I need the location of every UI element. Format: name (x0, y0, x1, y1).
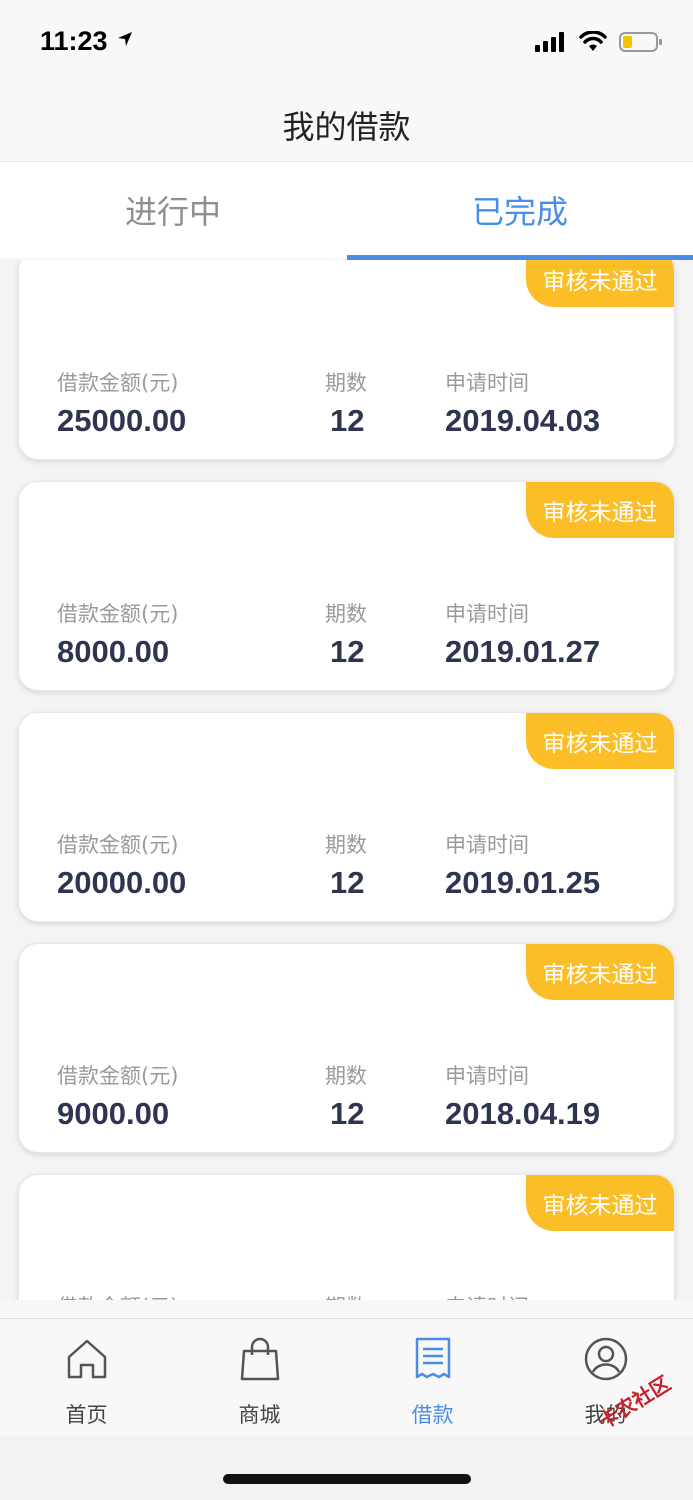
date-label: 申请时间 (445, 1064, 529, 1088)
amount-label: 借款金额(元) (57, 602, 179, 626)
amount-value: 25000.00 (57, 403, 187, 438)
tab-in-progress[interactable]: 进行中 (0, 162, 346, 258)
date-value: 2019.04.03 (445, 403, 601, 438)
tabbar-label-home: 首页 (65, 1403, 108, 1427)
amount-value: 8000.00 (57, 634, 170, 669)
periods-value: 12 (330, 1096, 365, 1131)
loan-card[interactable]: 审核未通过 借款金额(元) 期数 申请时间 20000.00 12 2019.0… (18, 712, 675, 922)
home-indicator[interactable] (223, 1474, 471, 1484)
status-badge: 审核未通过 (526, 1175, 674, 1231)
loan-status-tabs: 进行中 已完成 (0, 162, 693, 258)
page-title: 我的借款 (282, 108, 411, 146)
periods-label: 期数 (325, 1291, 367, 1300)
amount-label: 借款金额(元) (57, 1064, 179, 1088)
tabbar-label-mall: 商城 (238, 1403, 281, 1427)
tabbar-label-loans: 借款 (411, 1403, 454, 1427)
user-icon (584, 1337, 627, 1381)
wifi-icon (579, 31, 607, 51)
home-icon (67, 1339, 106, 1379)
amount-value: 20000.00 (57, 865, 187, 900)
loan-card[interactable]: 审核未通过 借款金额(元) 期数 申请时间 8000.00 12 2019.01… (18, 481, 675, 691)
status-badge: 审核未通过 (526, 944, 674, 1000)
loan-list[interactable]: 审核未通过 借款金额(元) 期数 申请时间 25000.00 12 2019.0… (0, 260, 693, 1300)
periods-value: 12 (330, 865, 365, 900)
date-value: 2019.01.27 (445, 634, 601, 669)
tabbar-item-mall[interactable]: 商城 (173, 1319, 346, 1437)
signal-icon (535, 32, 564, 52)
amount-label: 借款金额(元) (57, 1291, 178, 1300)
status-badge: 审核未通过 (526, 482, 674, 538)
receipt-icon (415, 1337, 450, 1379)
home-indicator-area (0, 1436, 693, 1500)
amount-label: 借款金额(元) (57, 371, 179, 395)
date-label: 申请时间 (445, 602, 529, 626)
amount-label: 借款金额(元) (57, 833, 179, 857)
status-bar: 11:23 (0, 0, 693, 84)
date-value: 2018.04.19 (445, 1096, 601, 1131)
nav-bar: 我的借款 (0, 84, 693, 162)
amount-value: 9000.00 (57, 1096, 170, 1131)
loan-card[interactable]: 审核未通过 借款金额(元) 期数 申请时间 9000.00 12 2018.04… (18, 943, 675, 1153)
bottom-tab-bar: 首页 商城 借款 我的 (0, 1318, 693, 1436)
periods-label: 期数 (325, 833, 367, 857)
tabbar-item-loans[interactable]: 借款 (346, 1319, 519, 1437)
periods-value: 12 (330, 403, 365, 438)
status-badge: 审核未通过 (526, 260, 674, 307)
periods-label: 期数 (325, 371, 367, 395)
date-value: 2019.01.25 (445, 865, 601, 900)
status-icons (535, 30, 663, 54)
date-label: 申请时间 (445, 1291, 529, 1300)
loan-card[interactable]: 审核未通过 借款金额(元) 期数 申请时间 (18, 1174, 675, 1300)
loan-card[interactable]: 审核未通过 借款金额(元) 期数 申请时间 25000.00 12 2019.0… (18, 260, 675, 460)
status-badge: 审核未通过 (526, 713, 674, 769)
location-arrow-icon (118, 32, 132, 46)
tab-completed[interactable]: 已完成 (347, 162, 693, 258)
date-label: 申请时间 (445, 371, 529, 395)
periods-label: 期数 (325, 602, 367, 626)
status-time: 11:23 (40, 26, 108, 56)
battery-icon (619, 32, 662, 52)
tabbar-item-home[interactable]: 首页 (0, 1319, 173, 1437)
periods-value: 12 (330, 634, 365, 669)
periods-label: 期数 (325, 1064, 367, 1088)
date-label: 申请时间 (445, 833, 529, 857)
shopping-bag-icon (240, 1337, 279, 1381)
